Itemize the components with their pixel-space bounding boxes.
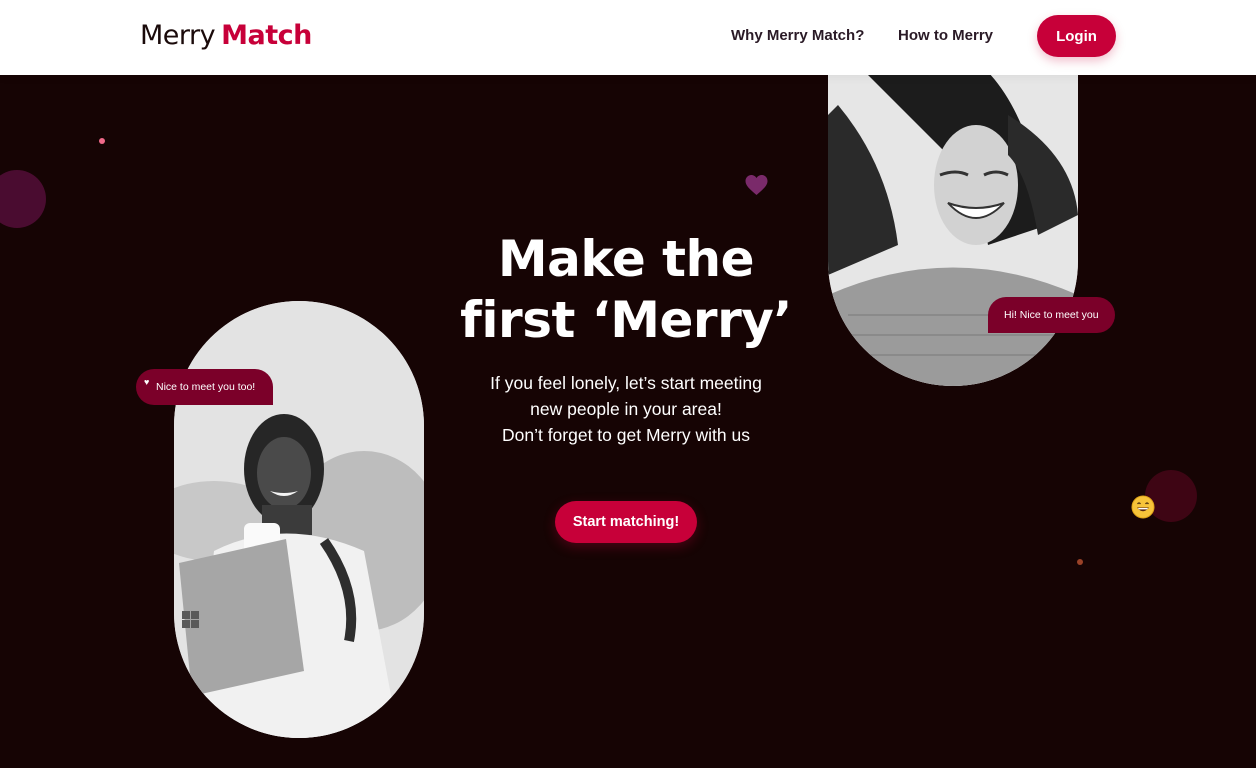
logo-text-match: Match [221, 20, 312, 51]
small-heart-icon: ♥ [144, 377, 150, 387]
hero-subtext: If you feel lonely, let’s start meeting … [450, 370, 802, 448]
chat-bubble-right-text: Hi! Nice to meet you [1004, 309, 1099, 321]
decorative-dot-pink [99, 138, 105, 144]
hero-headline-line-2: first ‘Merry’ [460, 291, 792, 349]
hero-subtext-line-1: If you feel lonely, let’s start meeting [490, 373, 762, 393]
login-button[interactable]: Login [1037, 15, 1116, 57]
heart-icon [745, 175, 768, 195]
profile-photo-woman-with-laptop [174, 301, 424, 738]
nav-link-why-merry-match[interactable]: Why Merry Match? [731, 27, 864, 45]
decorative-dot-brown [1077, 559, 1083, 565]
start-matching-button[interactable]: Start matching! [555, 501, 697, 543]
navbar: Merry Match Why Merry Match? How to Merry… [0, 0, 1256, 75]
smiling-face-icon [1131, 495, 1155, 519]
chat-bubble-left: ♥ Nice to meet you too! [136, 369, 274, 405]
profile-photo-laughing-woman [828, 75, 1078, 386]
logo[interactable]: Merry Match [140, 18, 312, 54]
chat-bubble-left-text: Nice to meet you too! [156, 381, 256, 393]
hero-section: ♥ Nice to meet you too! Hi! Nice to meet… [0, 75, 1256, 768]
chat-bubble-right: Hi! Nice to meet you [988, 297, 1115, 333]
nav-link-how-to-merry[interactable]: How to Merry [898, 27, 993, 45]
logo-text-merry: Merry [140, 20, 216, 51]
hero-subtext-line-2: new people in your area! [530, 399, 722, 419]
hero-headline-line-1: Make the [497, 230, 755, 288]
hero-subtext-line-3: Don’t forget to get Merry with us [501, 425, 751, 445]
decorative-circle-purple [0, 170, 46, 228]
hero-headline: Make the first ‘Merry’ [440, 229, 812, 351]
